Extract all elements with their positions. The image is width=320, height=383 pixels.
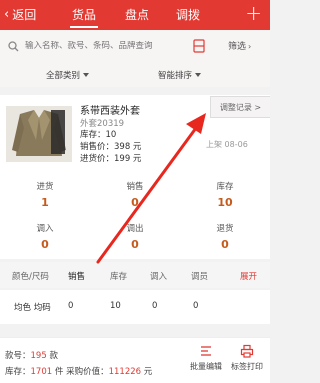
row-variant-name: 均色 均码 [14, 303, 51, 313]
stat-label: 进货 [36, 182, 54, 192]
table-header: 颜色/尺码 销售 库存 调入 调员 调出 展开 [0, 262, 270, 288]
shelf-date: 上架 08-06 [206, 140, 248, 149]
style-count-line: 款号：195 款 [5, 349, 58, 361]
tab-transfer[interactable]: 调拨 [176, 6, 200, 23]
product-purchase-price: 进货价：199 元 [80, 154, 142, 164]
purchase-value-unit: 元 [143, 367, 153, 377]
stat-label: 库存 [216, 182, 234, 192]
column-stock[interactable]: 库存 [110, 270, 127, 282]
purchase-value-label: 采购价值： [66, 367, 109, 377]
back-button[interactable]: ‹ 返回 [4, 6, 36, 23]
stat-value: 0 [131, 238, 139, 251]
stats-panel: 进货 1 销售 0 库存 10 调入 0 调出 0 退货 0 [0, 175, 270, 259]
stat-label: 退货 [216, 224, 234, 234]
row-stock: 10 [110, 301, 121, 311]
column-sales[interactable]: 销售 [68, 270, 85, 282]
stat-value: 1 [41, 196, 49, 209]
stat-stock: 库存 10 [180, 180, 270, 209]
stock-summary-line: 库存：1701 件 采购价值：111226 元 [5, 365, 152, 377]
search-bar: 筛选› [0, 30, 270, 62]
batch-edit-label: 批量编辑 [190, 362, 222, 371]
style-count-unit: 款 [49, 351, 58, 361]
product-sale-price: 销售价：398 元 [80, 142, 142, 152]
purchase-value: 111226 [108, 367, 142, 377]
category-dropdown[interactable]: 全部类别 [46, 69, 90, 81]
stock-label: 库存： [5, 367, 31, 377]
column-staff[interactable]: 调员 [191, 270, 208, 282]
stat-sales: 销售 0 [90, 180, 180, 209]
scan-icon[interactable] [193, 39, 205, 53]
dropdown-arrow-icon [195, 73, 202, 77]
product-stock: 库存：10 [80, 130, 117, 140]
stat-transfer-out: 调出 0 [90, 222, 180, 251]
stock-value: 1701 [30, 367, 53, 377]
product-card[interactable]: 系带西装外套 外套20319 库存：10 销售价：398 元 进货价：199 元… [0, 95, 270, 175]
style-count-label: 款号： [5, 351, 31, 361]
style-count-value: 195 [30, 351, 47, 361]
top-navigation-bar: ‹ 返回 货品 盘点 调拨 + [0, 0, 270, 30]
expand-button[interactable]: 展开 [240, 270, 257, 282]
stat-label: 调入 [36, 224, 54, 234]
stat-label: 调出 [126, 224, 144, 234]
filter-button[interactable]: 筛选 › [228, 39, 251, 52]
product-photo [6, 106, 72, 162]
category-label: 全部类别 [46, 71, 81, 81]
sort-label: 智能排序 [158, 71, 193, 81]
stat-value: 0 [221, 238, 229, 251]
label-print-button[interactable]: 标签打印 [228, 342, 266, 372]
chevron-left-icon: ‹ [4, 7, 10, 22]
stat-value: 10 [217, 196, 233, 209]
add-icon[interactable]: + [245, 2, 262, 24]
tab-stocktake[interactable]: 盘点 [125, 6, 149, 23]
product-name: 系带西装外套 [80, 106, 140, 117]
stat-value: 0 [131, 196, 139, 209]
row-staff: 0 [193, 301, 199, 311]
row-transfer-in: 0 [152, 301, 158, 311]
stat-label: 销售 [126, 182, 144, 192]
sort-dropdown[interactable]: 智能排序 [158, 69, 202, 81]
column-color-size: 颜色/尺码 [12, 272, 49, 282]
filter-label: 筛选 [228, 42, 247, 52]
tab-goods[interactable]: 货品 [69, 6, 99, 28]
column-transfer-in[interactable]: 调入 [150, 270, 167, 282]
row-sales: 0 [68, 301, 74, 311]
search-input[interactable] [25, 41, 185, 51]
label-print-label: 标签打印 [231, 362, 263, 371]
dropdown-arrow-icon [83, 73, 90, 77]
stat-returns: 退货 0 [180, 222, 270, 251]
summary-bar: 款号：195 款 库存：1701 件 采购价值：111226 元 批量编辑 标签… [0, 337, 270, 383]
chevron-right-icon: › [248, 42, 252, 51]
back-label: 返回 [12, 8, 37, 22]
stat-transfer-in: 调入 0 [0, 222, 90, 251]
printer-icon [240, 344, 254, 358]
stat-value: 0 [41, 238, 49, 251]
table-row: 均色 均码 0 10 0 0 [0, 290, 270, 324]
sort-bar: 全部类别 智能排序 [0, 62, 270, 87]
search-icon [8, 40, 19, 51]
batch-edit-button[interactable]: 批量编辑 [187, 342, 225, 372]
batch-edit-icon [201, 346, 211, 356]
search-field [8, 35, 188, 57]
stat-purchase: 进货 1 [0, 180, 90, 209]
stock-unit: 件 [54, 367, 64, 377]
adjust-record-button[interactable]: 调整记录 > [210, 96, 270, 118]
